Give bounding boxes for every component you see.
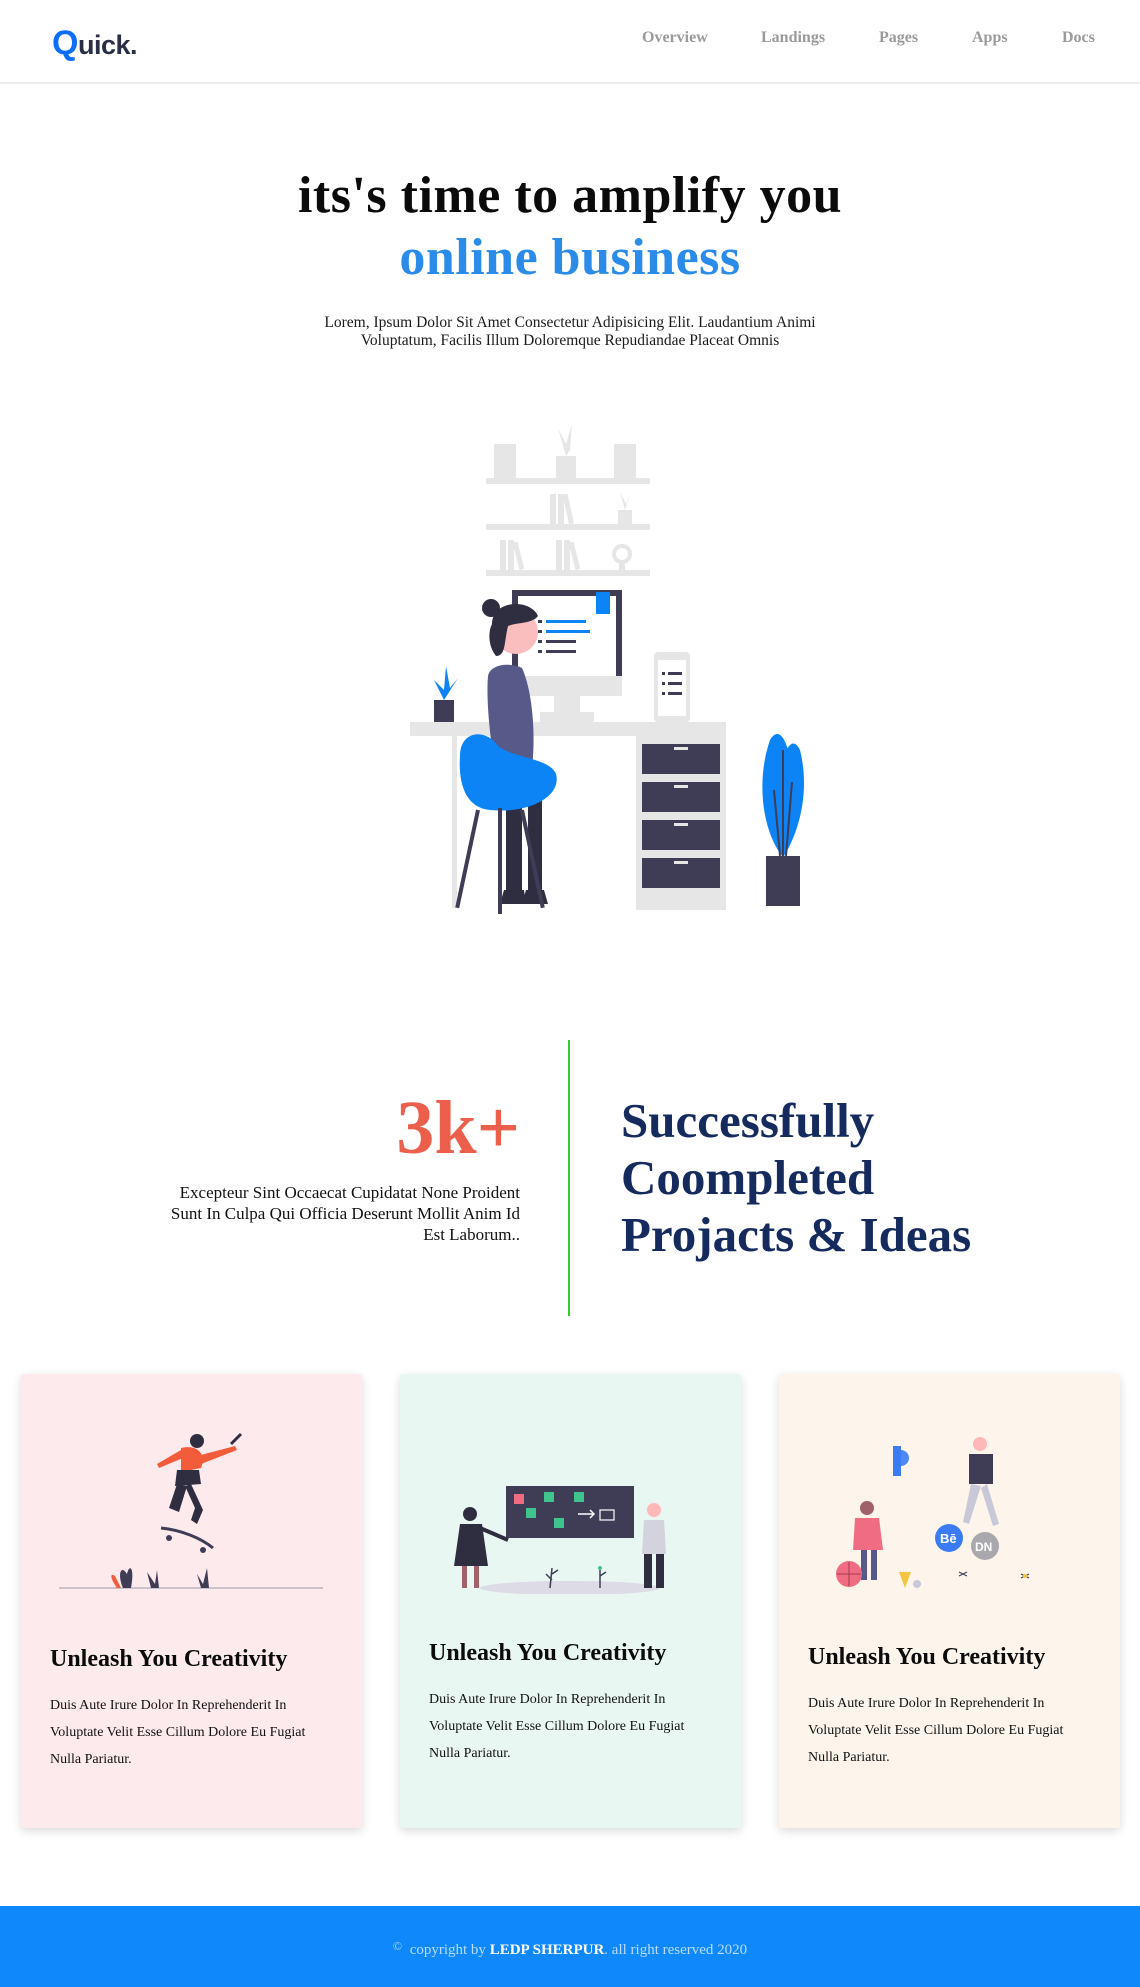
footer: © copyright by LEDP SHERPUR. all right r… — [0, 1906, 1140, 1987]
nav-item-pages[interactable]: Pages — [879, 29, 918, 47]
stat-description: Excepteur Sint Occaecat Cupidatat None P… — [110, 1182, 520, 1245]
nav-item-docs[interactable]: Docs — [1062, 29, 1095, 47]
stat-heading-line3: Projacts & Ideas — [621, 1207, 972, 1262]
svg-text:Bē: Bē — [940, 1531, 957, 1546]
stat-heading-line1: Successfully — [621, 1093, 875, 1148]
footer-prefix: copyright by — [409, 1942, 486, 1958]
card-text: Duis Aute Irure Dolor In Reprehenderit I… — [808, 1690, 1098, 1771]
nav-links: Overview Landings Pages Apps Docs — [0, 29, 1140, 53]
stat-heading-line2: Coompleted — [621, 1150, 875, 1205]
stat-description-line3: Est Laborum.. — [423, 1225, 520, 1244]
copyright-icon: © — [392, 1939, 402, 1953]
stat-description-line2: Sunt In Culpa Qui Officia Deserunt Molli… — [170, 1204, 520, 1223]
card-title: Unleash You Creativity — [808, 1644, 1046, 1670]
green-divider — [568, 1040, 570, 1316]
hero-subtitle-line1: Lorem, Ipsum Dolor Sit Amet Consectetur … — [324, 314, 816, 331]
card-text: Duis Aute Irure Dolor In Reprehenderit I… — [50, 1692, 340, 1773]
nav-item-overview[interactable]: Overview — [642, 29, 708, 47]
card-text: Duis Aute Irure Dolor In Reprehenderit I… — [429, 1686, 719, 1767]
footer-suffix: . all right reserved 2020 — [604, 1942, 748, 1958]
hero-title-line2: online business — [399, 229, 741, 286]
card-text-line2: Voluptate Velit Esse Cillum Dolore Eu Fu… — [808, 1723, 1064, 1738]
card-text-line1: Duis Aute Irure Dolor In Reprehenderit I… — [808, 1696, 1045, 1711]
team-board-illustration — [454, 1486, 666, 1594]
hero-subtitle-line2: Voluptatum, Facilis Illum Doloremque Rep… — [360, 332, 780, 349]
nav-item-apps[interactable]: Apps — [972, 29, 1008, 47]
card-text-line3: Nulla Pariatur. — [808, 1750, 890, 1765]
footer-company-link[interactable]: LEDP SHERPUR — [490, 1942, 605, 1958]
feature-card-3: Bē DN Unleash You Creativity Duis Aute I… — [779, 1374, 1120, 1828]
feature-card-2: Unleash You Creativity Duis Aute Irure D… — [400, 1374, 741, 1828]
person-at-desk-illustration — [410, 424, 805, 914]
card-text-line1: Duis Aute Irure Dolor In Reprehenderit I… — [50, 1698, 287, 1713]
stat-number: 3k+ — [396, 1086, 520, 1170]
skateboarder-illustration — [59, 1432, 323, 1589]
svg-text:DN: DN — [975, 1540, 992, 1554]
stat-heading: Successfully Coompleted Projacts & Ideas — [621, 1092, 1041, 1263]
nav-item-landings[interactable]: Landings — [761, 29, 825, 47]
card-text-line3: Nulla Pariatur. — [50, 1752, 132, 1767]
hero-subtitle: Lorem, Ipsum Dolor Sit Amet Consectetur … — [290, 314, 850, 350]
card-title: Unleash You Creativity — [429, 1640, 667, 1666]
feature-card-1: Unleash You Creativity Duis Aute Irure D… — [21, 1374, 362, 1828]
card-text-line2: Voluptate Velit Esse Cillum Dolore Eu Fu… — [429, 1719, 685, 1734]
card-title: Unleash You Creativity — [50, 1646, 288, 1672]
hero-title-line1: its's time to amplify you — [297, 167, 843, 224]
stat-description-line1: Excepteur Sint Occaecat Cupidatat None P… — [179, 1183, 520, 1202]
card-text-line3: Nulla Pariatur. — [429, 1746, 511, 1761]
footer-copyright: © copyright by LEDP SHERPUR. all right r… — [0, 1906, 1140, 1987]
social-apps-illustration: Bē DN — [836, 1437, 1030, 1588]
card-text-line2: Voluptate Velit Esse Cillum Dolore Eu Fu… — [50, 1725, 306, 1740]
card-text-line1: Duis Aute Irure Dolor In Reprehenderit I… — [429, 1692, 666, 1707]
top-navbar: Q uick. Overview Landings Pages Apps Doc… — [0, 0, 1140, 84]
